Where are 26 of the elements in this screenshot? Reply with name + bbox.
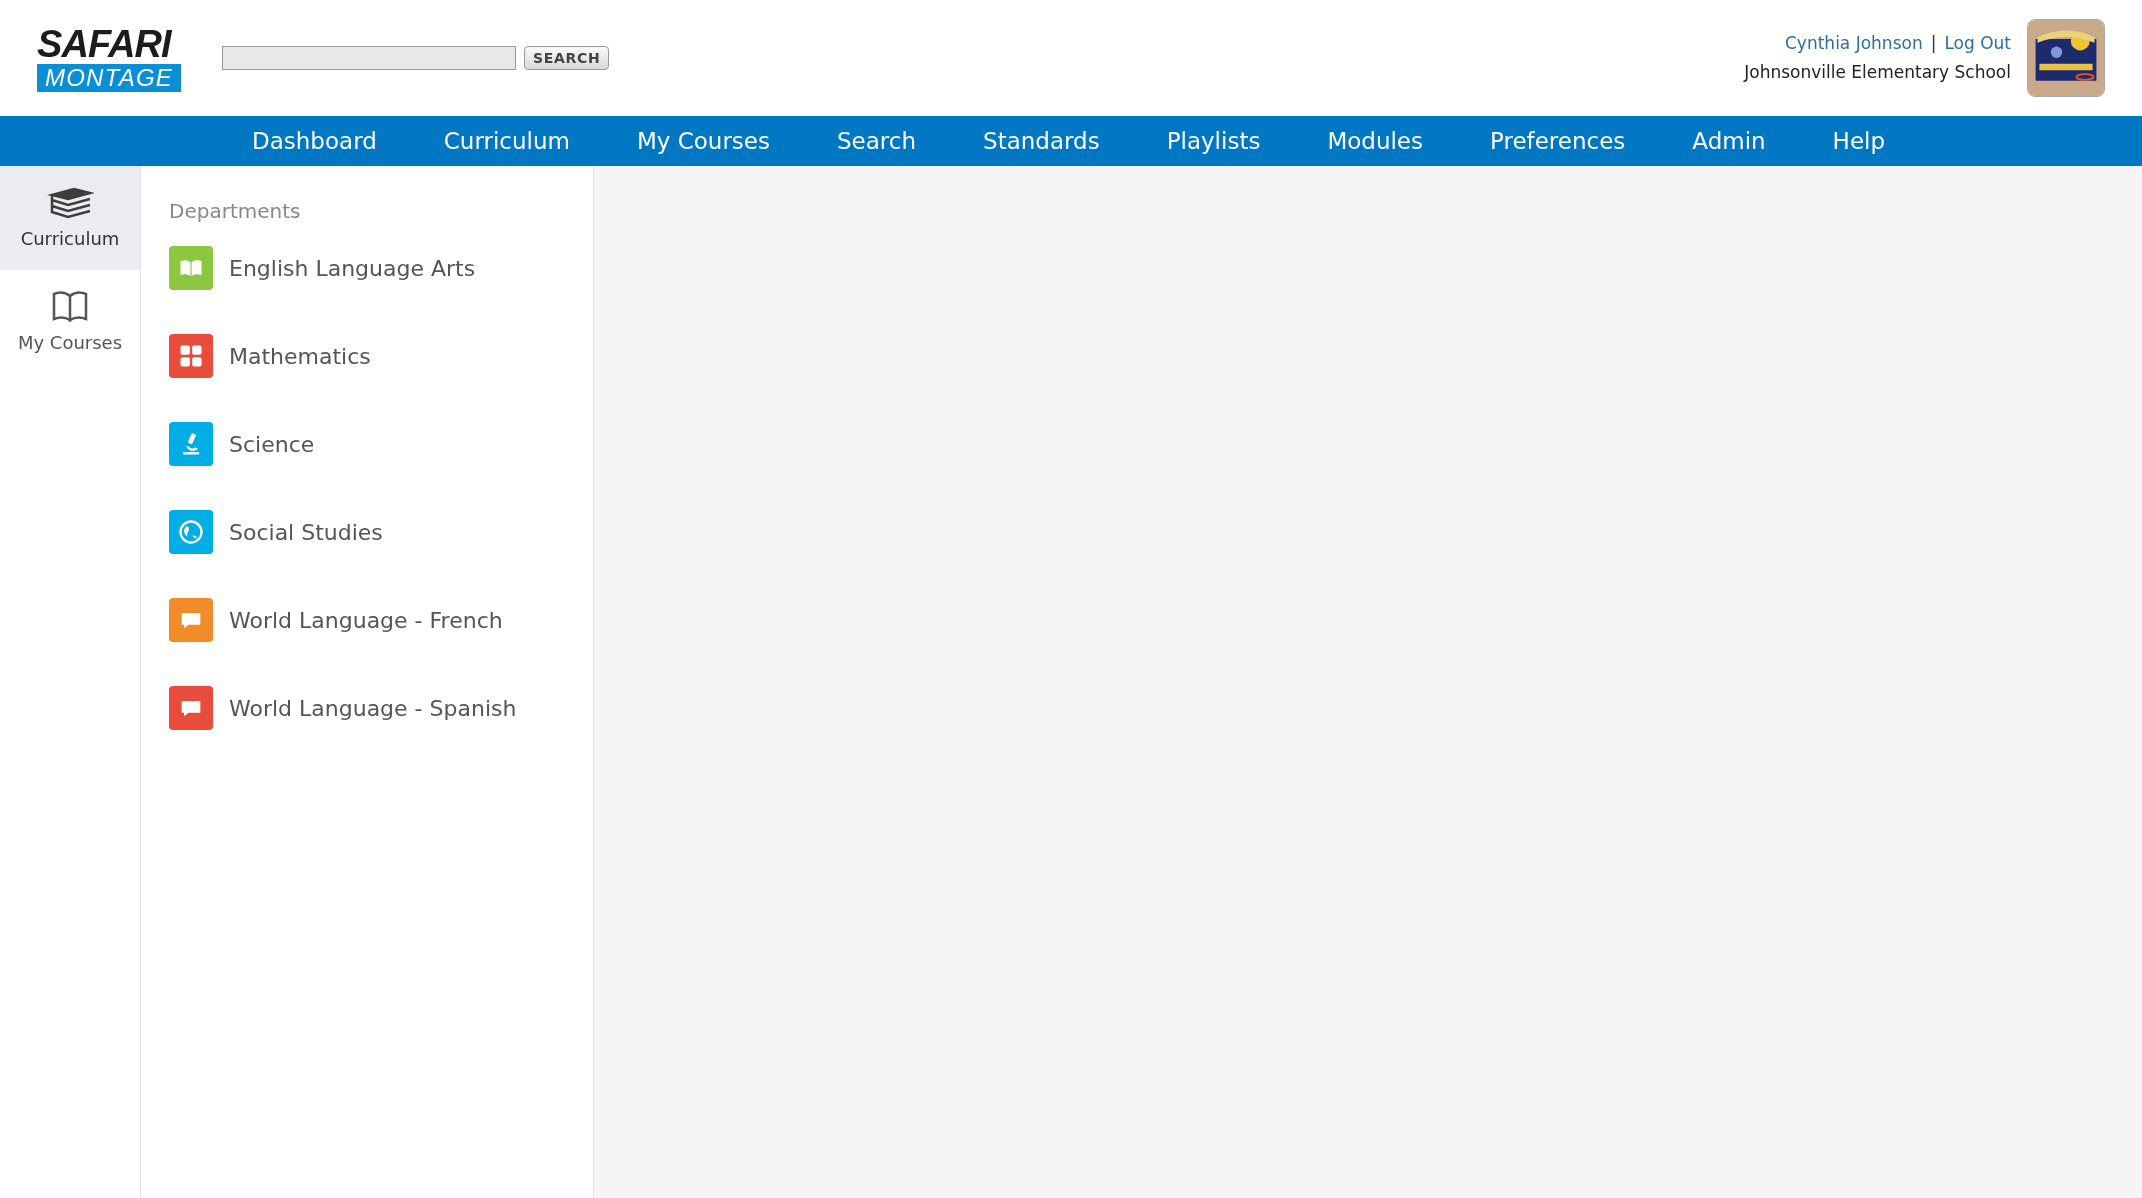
nav-link[interactable]: Help — [1820, 123, 1898, 159]
nav-link[interactable]: Curriculum — [431, 123, 582, 159]
school-name: Johnsonville Elementary School — [1744, 61, 2011, 84]
nav-link[interactable]: Search — [825, 123, 929, 159]
search-button[interactable]: SEARCH — [524, 46, 610, 70]
nav-link[interactable]: Preferences — [1478, 123, 1638, 159]
separator: | — [1930, 31, 1937, 55]
open-book-icon — [50, 288, 90, 325]
user-name-link[interactable]: Cynthia Johnson — [1785, 30, 1923, 56]
log-out-link[interactable]: Log Out — [1944, 30, 2011, 56]
nav-link[interactable]: Admin — [1680, 123, 1778, 159]
logo[interactable]: SAFARI MONTAGE — [37, 24, 180, 92]
department-link[interactable]: Science — [229, 427, 315, 461]
nav-link[interactable]: Modules — [1315, 123, 1435, 159]
nav-link[interactable]: My Courses — [624, 123, 782, 159]
department-link[interactable]: Social Studies — [229, 515, 383, 549]
department-link[interactable]: World Language - French — [229, 603, 503, 637]
rail-item[interactable]: Curriculum — [0, 166, 140, 270]
department-link[interactable]: World Language - Spanish — [229, 691, 517, 725]
nav-link[interactable]: Playlists — [1154, 123, 1273, 159]
departments-heading: Departments — [169, 198, 302, 225]
nav-link[interactable]: Standards — [971, 123, 1112, 159]
department-link[interactable]: Mathematics — [229, 339, 371, 373]
department-link[interactable]: English Language Arts — [229, 251, 476, 285]
search-field[interactable] — [222, 46, 516, 70]
nav-link[interactable]: Dashboard — [240, 123, 389, 159]
